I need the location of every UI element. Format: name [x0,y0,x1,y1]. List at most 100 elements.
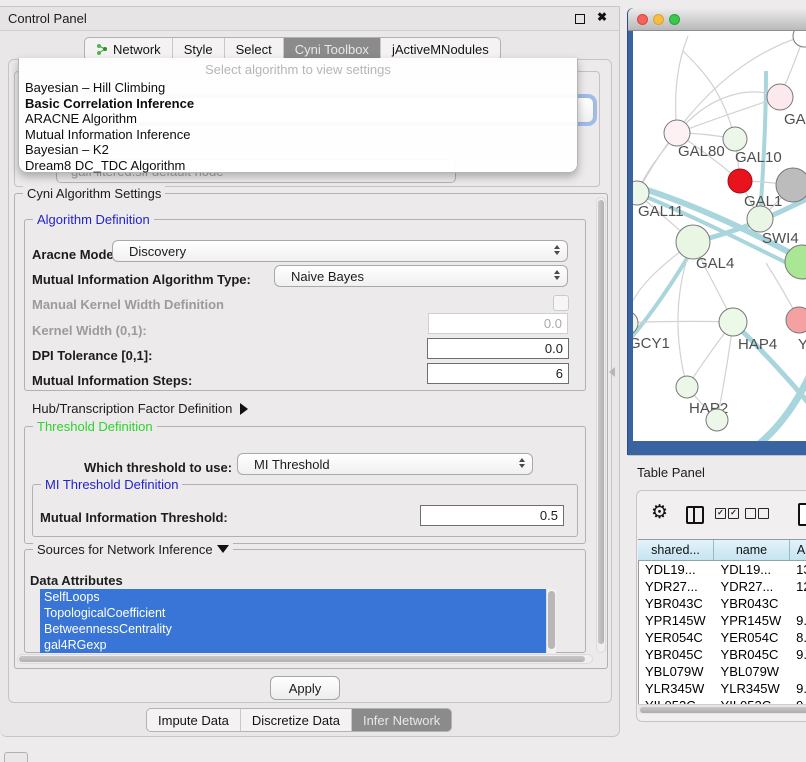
float-panel-icon[interactable] [575,14,585,24]
tab-jactivemnodules[interactable]: jActiveMNodules [381,38,500,60]
table-cell[interactable]: YBL079W [715,663,791,680]
column-header-shared-name[interactable]: shared... [638,540,714,560]
mi-steps-field[interactable]: 6 [427,363,569,384]
dropdown-item[interactable]: ARACNE Algorithm [19,111,577,127]
network-node-swi4[interactable] [747,206,773,232]
table-cell[interactable]: YER054C [639,629,715,646]
attributes-scrollbar[interactable] [546,589,556,653]
table-cell[interactable]: 9. [790,612,806,629]
dropdown-item[interactable]: Basic Correlation Inference [19,96,577,112]
table-row[interactable]: YBL079W YBL079W [639,663,806,680]
table-row[interactable]: YLR345W YLR345W 9. [639,680,806,697]
dropdown-item[interactable]: Mutual Information Inference [19,127,577,143]
table-row[interactable]: YBR045C YBR045C 9. [639,646,806,663]
attribute-item[interactable]: TopologicalCoefficient [40,605,556,621]
network-node-bottom[interactable] [706,409,728,431]
table-cell[interactable]: 9. [790,680,806,697]
network-node-gal4[interactable] [676,225,710,259]
settings-vertical-scrollbar[interactable] [596,197,606,653]
network-node-gal1[interactable] [728,169,752,193]
close-traffic-light[interactable] [637,14,648,25]
kernel-width-field[interactable]: 0.0 [428,313,568,334]
table-row[interactable]: YIL052C YIL052C 9 [639,697,806,704]
network-node-gal10[interactable] [723,127,747,151]
table-cell[interactable] [790,595,806,612]
table-cell[interactable]: YIL052C [715,697,791,704]
deselect-all-checkbox-icon[interactable] [758,508,769,519]
manual-kernel-checkbox[interactable] [553,295,569,311]
network-canvas[interactable]: GALGAL80GAL10GAL1GAL11SWI4GAL4GCY1HAP4YH… [633,31,806,441]
table-cell[interactable] [790,663,806,680]
tab-infer-network[interactable]: Infer Network [352,709,451,731]
sources-title[interactable]: Sources for Network Inference [33,542,233,557]
table-cell[interactable]: YDR27... [639,578,715,595]
network-node-gal-pink[interactable] [767,84,793,110]
select-all-checkbox-icon[interactable]: ✓ [715,508,726,519]
table-cell[interactable]: 9. [790,646,806,663]
zoom-traffic-light[interactable] [669,14,680,25]
table-row[interactable]: YPR145W YPR145W 9. [639,612,806,629]
tab-cyni-toolbox[interactable]: Cyni Toolbox [284,38,381,60]
apply-button[interactable]: Apply [270,676,340,700]
tab-network[interactable]: Network [85,38,173,60]
dropdown-item[interactable]: Dream8 DC_TDC Algorithm [19,158,577,174]
attribute-item[interactable]: BetweennessCentrality [40,621,556,637]
table-cell[interactable]: YIL052C [639,697,715,704]
table-cell[interactable]: YDL19... [715,561,791,578]
table-cell[interactable]: YDR27... [715,578,791,595]
aracne-mode-combobox[interactable]: Discovery [112,240,568,262]
table-row[interactable]: YER054C YER054C 8. [639,629,806,646]
settings-horizontal-scrollbar[interactable] [17,654,593,664]
dropdown-item[interactable]: Bayesian – Hill Climbing [19,80,577,96]
apply-button-label: Apply [289,681,322,696]
table-cell[interactable]: YPR145W [715,612,791,629]
export-table-icon[interactable] [798,503,806,526]
tab-impute-data[interactable]: Impute Data [147,709,241,731]
close-icon[interactable]: ✖ [597,10,607,24]
table-row[interactable]: YDR27... YDR27... 12 [639,578,806,595]
table-row[interactable]: YDL19... YDL19... 13 [639,561,806,578]
mi-threshold-field[interactable]: 0.5 [420,505,564,526]
attribute-item[interactable]: gal4RGexp [40,637,556,653]
network-node-salmon[interactable] [786,307,806,333]
attribute-item[interactable]: SelfLoops [40,589,556,605]
tab-select[interactable]: Select [225,38,284,60]
tab-style[interactable]: Style [173,38,225,60]
table-cell[interactable]: YBR045C [639,646,715,663]
table-cell[interactable]: YLR345W [715,680,791,697]
table-cell[interactable]: YBR045C [715,646,791,663]
table-cell[interactable]: YPR145W [639,612,715,629]
tab-discretize-data[interactable]: Discretize Data [241,709,352,731]
deselect-all-checkbox-icon[interactable] [745,508,756,519]
minimized-panel-icon[interactable] [4,752,28,762]
dropdown-item[interactable]: Bayesian – K2 [19,142,577,158]
table-cell[interactable]: 8. [790,629,806,646]
mi-type-combobox[interactable]: Naive Bayes [274,265,568,287]
table-cell[interactable]: YBL079W [639,663,715,680]
table-horizontal-scrollbar[interactable] [638,704,806,714]
minimize-traffic-light[interactable] [653,14,664,25]
network-window-titlebar[interactable] [628,8,806,31]
table-settings-gear-icon[interactable]: ⚙ [651,501,668,523]
column-header-cut[interactable]: A [790,540,806,560]
table-cell[interactable]: YLR345W [639,680,715,697]
table-cell[interactable]: YER054C [715,629,791,646]
network-node-gray[interactable] [776,168,806,202]
table-cell[interactable]: 9 [790,697,806,704]
network-node-top-right[interactable] [793,31,806,47]
network-node-hap4[interactable] [719,308,747,336]
column-layout-icon[interactable] [686,506,704,524]
table-cell[interactable]: YBR043C [639,595,715,612]
column-header-name[interactable]: name [714,540,790,560]
dpi-tolerance-field[interactable]: 0.0 [427,338,569,359]
table-cell[interactable]: 13 [790,561,806,578]
table-cell[interactable]: 12 [790,578,806,595]
table-cell[interactable]: YDL19... [639,561,715,578]
which-threshold-combobox[interactable]: MI Threshold [237,453,533,475]
select-all-checkbox-icon[interactable]: ✓ [728,508,739,519]
network-node-hap2[interactable] [676,376,698,398]
table-cell[interactable]: YBR043C [715,595,791,612]
table-row[interactable]: YBR043C YBR043C [639,595,806,612]
hub-factor-expander[interactable]: Hub/Transcription Factor Definition [32,401,248,416]
panel-splitter-arrow[interactable] [609,367,615,377]
